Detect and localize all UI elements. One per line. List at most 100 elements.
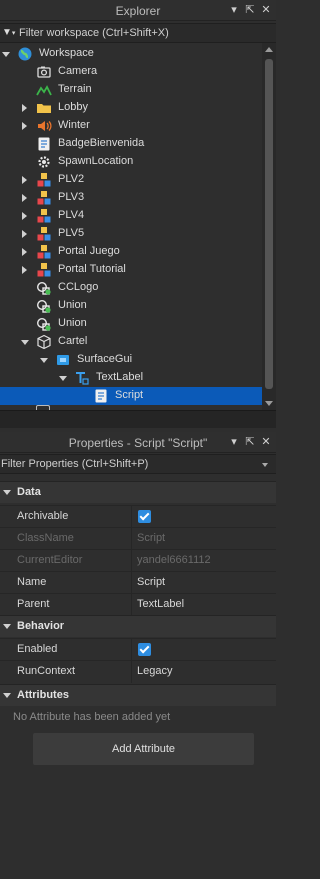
tree-item-label: Winter: [58, 119, 90, 131]
explorer-filter-input[interactable]: Filter workspace (Ctrl+Shift+X): [19, 27, 169, 39]
union-icon: [36, 280, 52, 296]
undock-icon[interactable]: ⇱: [244, 3, 256, 17]
prop-row-currenteditor: CurrentEditor yandel6661112: [0, 549, 276, 572]
tree-item-label: Portal Tutorial: [58, 263, 126, 275]
prop-row-runcontext: RunContext Legacy: [0, 660, 276, 683]
tree-item-label: Portal Juego: [58, 245, 120, 257]
section-label: Behavior: [17, 620, 65, 632]
tree-item-label: Camera: [58, 65, 98, 77]
runcontext-dropdown[interactable]: Legacy: [137, 665, 172, 677]
tree-item-portal-juego[interactable]: Portal Juego: [0, 243, 262, 261]
tree-item-label: SurfaceGui: [77, 353, 133, 365]
tree-item-cartel[interactable]: Cartel: [0, 333, 262, 351]
filter-icon[interactable]: ▼▾: [2, 27, 15, 38]
expand-arrow-icon[interactable]: [22, 266, 27, 274]
expand-arrow-icon[interactable]: [22, 212, 27, 220]
tree-item-script[interactable]: Script: [0, 387, 262, 405]
properties-filter-input[interactable]: Filter Properties (Ctrl+Shift+P): [1, 458, 148, 470]
expand-arrow-icon[interactable]: [22, 122, 27, 130]
properties-filter[interactable]: Filter Properties (Ctrl+Shift+P): [0, 454, 276, 474]
prop-name: Archivable: [17, 510, 69, 522]
tree-item-spawnlocation[interactable]: SpawnLocation: [0, 153, 262, 171]
tree-item-lobby[interactable]: Lobby: [0, 99, 262, 117]
expand-arrow-icon[interactable]: [22, 248, 27, 256]
folder-icon: [36, 100, 52, 116]
part-icon: [36, 334, 52, 350]
explorer-scrollbar[interactable]: [262, 43, 276, 410]
tree-item-plv5[interactable]: PLV5: [0, 225, 262, 243]
section-behavior[interactable]: Behavior: [0, 615, 276, 637]
prop-name: Name: [17, 576, 47, 588]
tree-item-portal-tutorial[interactable]: Portal Tutorial: [0, 261, 262, 279]
close-icon[interactable]: ✕: [260, 3, 272, 17]
tree-item-union[interactable]: Union: [0, 297, 262, 315]
collapse-arrow-icon[interactable]: [59, 376, 67, 381]
undock-icon[interactable]: ⇱: [244, 435, 256, 449]
explorer-title-bar: Explorer ▾ ⇱ ✕: [0, 0, 276, 21]
tree-item-winter[interactable]: Winter: [0, 117, 262, 135]
chevron-down-icon[interactable]: [262, 463, 268, 467]
archivable-checkbox[interactable]: [138, 510, 151, 523]
collapse-arrow-icon[interactable]: [40, 358, 48, 363]
prop-name: CurrentEditor: [17, 554, 83, 566]
expand-arrow-icon[interactable]: [22, 194, 27, 202]
add-attribute-button[interactable]: Add Attribute: [33, 733, 254, 765]
tree-item-label: Union: [58, 299, 87, 311]
expand-arrow-icon[interactable]: [22, 104, 27, 112]
collapse-arrow-icon[interactable]: [2, 52, 10, 57]
tree-item-plv4[interactable]: PLV4: [0, 207, 262, 225]
tree-item-union[interactable]: Union: [0, 315, 262, 333]
tree-item-label: PLV3: [58, 191, 85, 203]
chevron-down-icon[interactable]: [3, 490, 11, 495]
prop-row-enabled: Enabled: [0, 638, 276, 661]
tree-item-label: PLV2: [58, 173, 85, 185]
collapse-arrow-icon[interactable]: [21, 340, 29, 345]
prop-value: Script: [137, 532, 166, 544]
parent-value-field[interactable]: TextLabel: [137, 598, 184, 610]
tree-item-surfacegui[interactable]: SurfaceGui: [0, 351, 262, 369]
prop-name: RunContext: [17, 665, 76, 677]
scroll-up-icon[interactable]: [265, 47, 273, 52]
section-label: Data: [17, 486, 41, 498]
camera-icon: [36, 64, 52, 80]
model-icon: [36, 226, 52, 242]
properties-title-bar: Properties - Script "Script" ▾ ⇱ ✕: [0, 432, 276, 453]
prop-name: ClassName: [17, 532, 74, 544]
script-icon: [36, 136, 52, 152]
chevron-down-icon[interactable]: [3, 624, 11, 629]
tree-item-label: TextLabel: [96, 371, 144, 383]
tree-item-plv2[interactable]: PLV2: [0, 171, 262, 189]
tree-item-workspace[interactable]: Workspace: [0, 45, 262, 63]
prop-row-classname: ClassName Script: [0, 527, 276, 550]
prop-value: yandel6661112: [137, 554, 211, 566]
explorer-filter[interactable]: ▼▾ Filter workspace (Ctrl+Shift+X): [0, 23, 276, 43]
section-attributes[interactable]: Attributes: [0, 684, 276, 706]
scroll-thumb[interactable]: [265, 59, 273, 389]
close-icon[interactable]: ✕: [260, 435, 272, 449]
tree-item-badgebienvenida[interactable]: BadgeBienvenida: [0, 135, 262, 153]
chevron-down-icon[interactable]: [3, 693, 11, 698]
prop-row-parent: Parent TextLabel: [0, 593, 276, 616]
sound-icon: [36, 118, 52, 134]
section-label: Attributes: [17, 689, 69, 701]
tree-item-label: CCLogo: [58, 281, 99, 293]
tree-item-cclogo[interactable]: CCLogo: [0, 279, 262, 297]
dropdown-arrow-icon[interactable]: ▾: [228, 3, 240, 17]
dropdown-arrow-icon[interactable]: ▾: [228, 435, 240, 449]
tree-item-label: Union: [58, 317, 87, 329]
model-icon: [36, 244, 52, 260]
name-value-field[interactable]: Script: [137, 576, 165, 588]
scroll-down-icon[interactable]: [265, 401, 273, 406]
tree-item-label: SpawnLocation: [58, 155, 134, 167]
panel-splitter[interactable]: [0, 410, 276, 428]
tree-item-plv3[interactable]: PLV3: [0, 189, 262, 207]
union-icon: [36, 316, 52, 332]
enabled-checkbox[interactable]: [138, 643, 151, 656]
expand-arrow-icon[interactable]: [22, 176, 27, 184]
section-data[interactable]: Data: [0, 481, 276, 503]
tree-item-camera[interactable]: Camera: [0, 63, 262, 81]
prop-row-archivable: Archivable: [0, 505, 276, 528]
tree-item-terrain[interactable]: Terrain: [0, 81, 262, 99]
tree-item-textlabel[interactable]: TextLabel: [0, 369, 262, 387]
expand-arrow-icon[interactable]: [22, 230, 27, 238]
